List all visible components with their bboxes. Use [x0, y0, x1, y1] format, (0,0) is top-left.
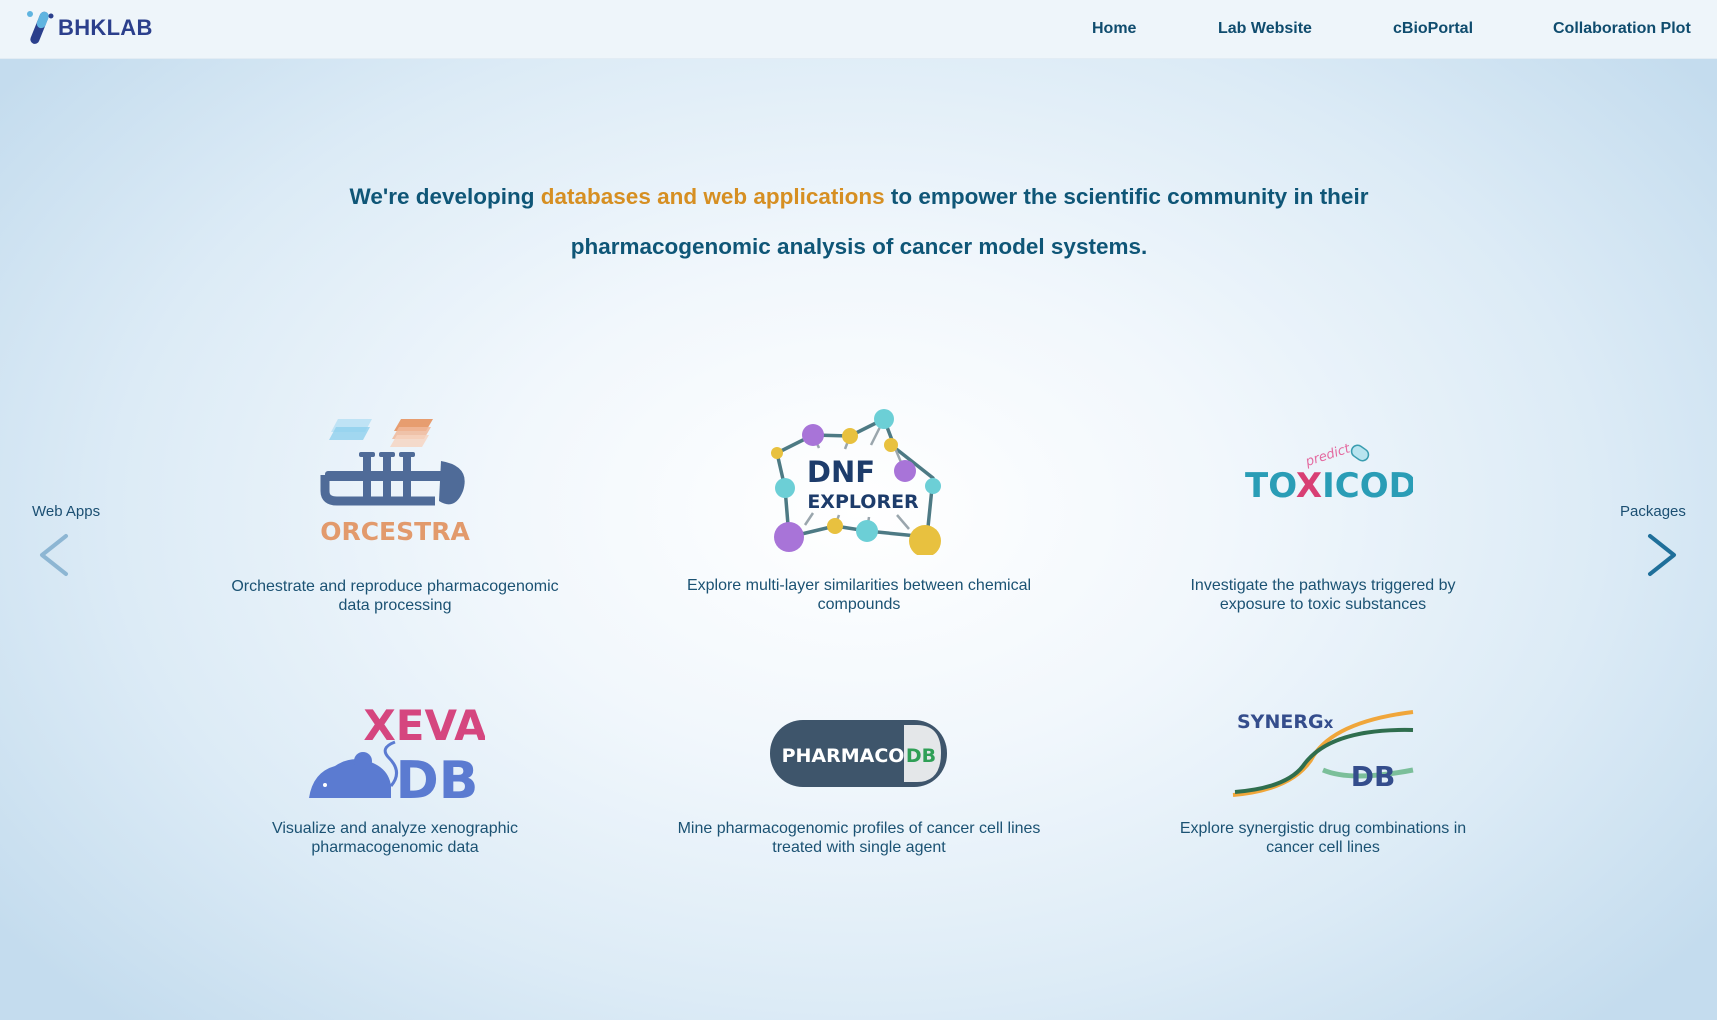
orcestra-logo-text: ORCESTRA: [320, 517, 470, 546]
orcestra-trumpet-icon: ORCESTRA: [320, 419, 470, 546]
hero-line2: pharmacogenomic analysis of cancer model…: [570, 234, 1148, 259]
svg-text:TOXICODB: TOXICODB: [1245, 466, 1413, 506]
xeva-db-logo-text: DB: [396, 751, 479, 805]
nav-home[interactable]: Home: [1092, 20, 1136, 38]
synergxdb-logo: SYNERGx DB: [1231, 700, 1415, 805]
toxicodb-pill-icon: predict TOXICODB: [1245, 441, 1443, 506]
dnf-network-icon: DNF EXPLORER: [771, 409, 941, 557]
pharmaco-logo-text: PHARMACO: [782, 745, 905, 767]
synergx-logo-text: SYNERG: [1237, 711, 1324, 733]
toxicodb-logo: predict TOXICODB: [1233, 405, 1443, 555]
nav-lab-website[interactable]: Lab Website: [1218, 20, 1312, 38]
bhklab-pill-icon: [27, 11, 54, 44]
hero-text-before: We're developing: [349, 184, 541, 209]
xeva-logo-text: XEVA: [363, 701, 485, 750]
xevadb-mouse-icon: XEVA DB: [309, 701, 487, 811]
dnf-explorer-logo: DNF EXPLORER: [769, 405, 949, 557]
app-card-xevadb[interactable]: XEVA DB Visualize and analyze xenographi…: [245, 700, 545, 860]
dnf-explorer-description: Explore multi-layer similarities between…: [686, 577, 1032, 613]
toxicodb-logo-icodb: ICODB: [1322, 466, 1413, 506]
pharmacodb-logo: PHARMACO DB: [769, 700, 949, 805]
orcestra-logo: ORCESTRA: [315, 405, 475, 550]
bhklab-logo[interactable]: BHKLAB: [26, 8, 153, 48]
app-card-toxicodb[interactable]: predict TOXICODB Investigate the pathway…: [1168, 405, 1478, 615]
hero-highlight: databases and web applications: [540, 184, 885, 209]
explorer-logo-text: EXPLORER: [807, 491, 919, 513]
synergxdb-description: Explore synergistic drug combinations in…: [1179, 820, 1467, 856]
app-card-orcestra[interactable]: ORCESTRA Orchestrate and reproduce pharm…: [215, 405, 575, 615]
xevadb-description: Visualize and analyze xenographic pharma…: [271, 820, 519, 856]
toxicodb-logo-x: X: [1296, 466, 1322, 506]
next-carousel-label: Packages: [1620, 503, 1686, 520]
pharmaco-db-logo-text: DB: [906, 745, 936, 767]
synergxdb-curves-icon: SYNERGx DB: [1232, 710, 1414, 797]
hero-heading: We're developing databases and web appli…: [258, 172, 1460, 272]
prev-carousel-label: Web Apps: [32, 503, 101, 520]
synergx-db-logo-text: DB: [1351, 760, 1396, 793]
orcestra-description: Orchestrate and reproduce pharmacogenomi…: [231, 578, 559, 614]
chevron-right-icon[interactable]: [1642, 530, 1682, 580]
app-card-pharmacodb[interactable]: PHARMACO DB Mine pharmacogenomic profile…: [674, 700, 1044, 860]
xevadb-logo: XEVA DB: [305, 700, 487, 811]
brand-name: BHKLAB: [58, 15, 153, 40]
synergx-x-logo-text: x: [1324, 714, 1334, 732]
app-card-synergxdb[interactable]: SYNERGx DB Explore synergistic drug comb…: [1168, 700, 1478, 860]
top-navbar: BHKLAB Home Lab Website cBioPortal Colla…: [0, 0, 1717, 59]
dnf-logo-text: DNF: [807, 455, 875, 489]
hero-text-after: to empower the scientific community in t…: [884, 184, 1369, 209]
nav-cbioportal[interactable]: cBioPortal: [1393, 20, 1473, 38]
svg-text:SYNERGx: SYNERGx: [1237, 711, 1334, 733]
pharmacodb-pill-icon: PHARMACO DB: [770, 720, 947, 787]
toxicodb-logo-to: TO: [1245, 466, 1296, 506]
chevron-left-icon[interactable]: [36, 530, 76, 580]
app-card-dnf-explorer[interactable]: DNF EXPLORER Explore multi-layer similar…: [684, 405, 1034, 615]
nav-collaboration-plot[interactable]: Collaboration Plot: [1553, 20, 1691, 38]
toxicodb-description: Investigate the pathways triggered by ex…: [1190, 577, 1456, 613]
pharmacodb-description: Mine pharmacogenomic profiles of cancer …: [677, 820, 1041, 856]
